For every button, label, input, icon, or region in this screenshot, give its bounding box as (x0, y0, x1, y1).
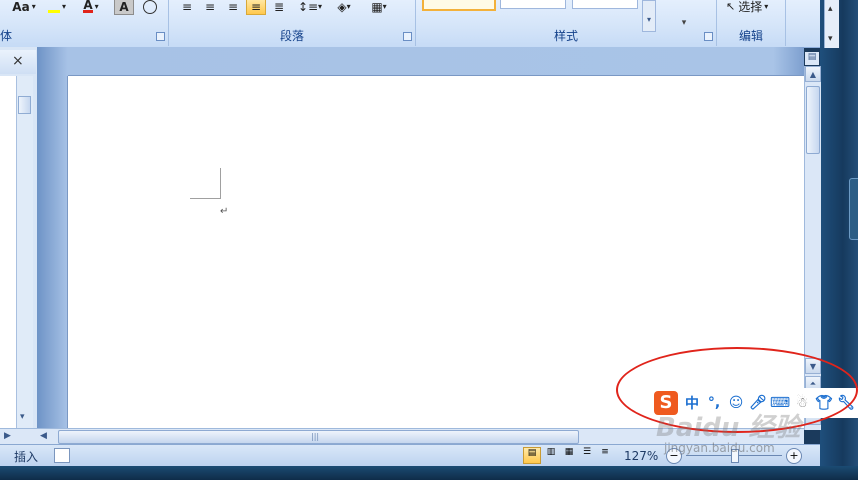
outline-view-icon[interactable]: ☰ (579, 447, 595, 462)
desktop-gadget-tab[interactable] (849, 178, 858, 240)
page-margin-corner-mark (190, 168, 221, 199)
styles-group-label: 样式 (553, 29, 578, 43)
enclose-character-icon (143, 0, 157, 14)
character-shading-button[interactable]: A (114, 0, 134, 15)
paragraph-group: ≡ ≡ ≡ ≡ ≣ ↕≡ ▾ ◈ ▾ ▦ ▾ 段落 (169, 0, 416, 46)
font-group: Aa ▾ ▾ A ▾ A 体 (0, 0, 169, 46)
align-right-icon: ≡ (227, 0, 239, 14)
navigation-pane-hscroll[interactable]: ▶ (0, 428, 37, 445)
scroll-left-icon[interactable]: ◀ (40, 431, 47, 441)
draft-view-icon[interactable]: ≡ (597, 447, 613, 462)
style-gallery-item-normal[interactable] (422, 0, 496, 11)
zoom-in-icon[interactable]: + (786, 448, 802, 464)
borders-button[interactable]: ▦ ▾ (363, 0, 395, 15)
ribbon-vertical-scroll[interactable]: ▴ ▾ (824, 0, 839, 48)
print-layout-icon[interactable]: ▤ (523, 447, 541, 464)
change-case-label: Aa (12, 0, 30, 14)
styles-group: ▾ ▾ 样式 (416, 0, 717, 46)
editing-group-label: 编辑 (738, 29, 763, 43)
close-icon[interactable]: × (12, 53, 24, 69)
grip-icon: ||| (311, 432, 320, 441)
align-left-icon: ≡ (181, 0, 193, 14)
highlight-button[interactable]: ▾ (42, 0, 72, 15)
line-spacing-icon: ↕≡ (297, 0, 319, 14)
scroll-down-icon[interactable]: ▾ (20, 412, 25, 422)
character-shading-icon: A (119, 0, 129, 14)
style-gallery-item-nospacing[interactable] (500, 0, 566, 9)
font-color-icon: A (83, 0, 93, 13)
select-button[interactable]: ↖ 选择 ▾ (725, 0, 783, 15)
navigation-pane-header: × (0, 50, 36, 74)
line-spacing-button[interactable]: ↕≡ ▾ (295, 0, 325, 15)
web-layout-icon[interactable]: ▦ (561, 447, 577, 462)
zoom-level[interactable]: 127% (624, 449, 658, 463)
style-gallery-item-heading1[interactable] (572, 0, 638, 9)
paragraph-dialog-launcher-icon[interactable] (403, 32, 412, 41)
paint-bucket-icon: ◈ (337, 0, 347, 14)
font-dialog-launcher-icon[interactable] (156, 32, 165, 41)
justify-icon: ≡ (250, 0, 262, 14)
scroll-down-icon[interactable]: ▾ (828, 34, 833, 44)
ribbon: Aa ▾ ▾ A ▾ A 体 ≡ ≡ ≡ ≡ ≣ ↕≡ ▾ ◈ ▾ ▦ ▾ 段落… (0, 0, 820, 48)
macro-record-icon[interactable] (54, 448, 70, 463)
shading-button[interactable]: ◈ ▾ (329, 0, 359, 15)
watermark-url: jingyan.baidu.com (664, 441, 775, 455)
chevron-down-icon: ▾ (646, 15, 651, 24)
insert-mode-label: 插入 (14, 450, 39, 464)
highlight-icon (47, 10, 60, 13)
font-group-label: 体 (0, 29, 13, 43)
align-center-button[interactable]: ≡ (200, 0, 220, 15)
insert-mode-indicator[interactable]: 插入 (4, 448, 55, 464)
vertical-scroll-thumb[interactable] (806, 86, 820, 154)
scroll-up-icon[interactable]: ▲ (805, 66, 821, 82)
distributed-button[interactable]: ≣ (269, 0, 289, 15)
styles-dialog-launcher-icon[interactable] (704, 32, 713, 41)
ruler-toggle-icon[interactable]: ▤ (805, 52, 819, 65)
distributed-icon: ≣ (273, 0, 285, 14)
font-color-button[interactable]: A ▾ (74, 0, 108, 15)
change-styles-button[interactable]: ▾ (662, 0, 706, 28)
scroll-up-icon[interactable]: ▴ (828, 4, 833, 14)
navigation-pane-scrollbar[interactable]: ▾ (16, 76, 33, 428)
select-label: 选择 (738, 0, 763, 14)
horizontal-scroll-thumb[interactable]: ||| (58, 430, 579, 444)
view-buttons: ▤ ▥ ▦ ☰ ≡ (523, 447, 617, 464)
watermark-brand: Baidu 经验 (656, 413, 801, 443)
taskbar (0, 466, 858, 480)
scroll-right-icon[interactable]: ▶ (4, 431, 11, 441)
align-center-icon: ≡ (204, 0, 216, 14)
navigation-pane-scroll-thumb[interactable] (18, 96, 31, 114)
full-screen-reading-icon[interactable]: ▥ (543, 447, 559, 462)
justify-button[interactable]: ≡ (246, 0, 266, 15)
change-case-button[interactable]: Aa ▾ (8, 0, 40, 15)
paragraph-mark-icon: ↵ (220, 206, 229, 217)
navigation-pane-content (0, 76, 16, 428)
editing-group: ↖ 选择 ▾ 编辑 (717, 0, 786, 46)
align-left-button[interactable]: ≡ (177, 0, 197, 15)
paragraph-group-label: 段落 (279, 29, 304, 43)
cursor-arrow-icon: ↖ (726, 0, 736, 13)
enclose-character-button[interactable] (140, 0, 160, 15)
borders-icon: ▦ (371, 0, 383, 14)
align-right-button[interactable]: ≡ (223, 0, 243, 15)
